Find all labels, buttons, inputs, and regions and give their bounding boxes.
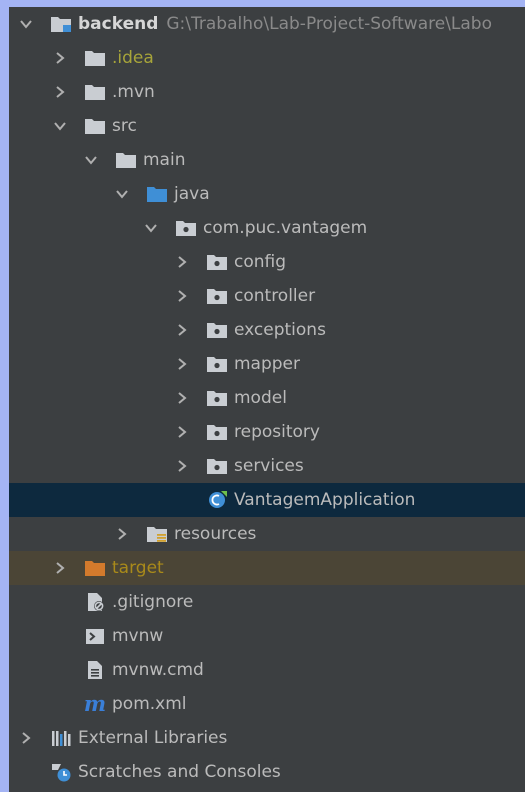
tree-item-label: config <box>234 252 287 272</box>
tree-item-resources[interactable]: resources <box>9 517 525 551</box>
tree-item-backend[interactable]: backend G:\Trabalho\Lab-Project-Software… <box>9 7 525 41</box>
tree-item-label: .gitignore <box>112 592 194 612</box>
libraries-icon <box>50 728 72 748</box>
spring-class-icon <box>206 490 228 510</box>
tree-item-label: model <box>234 388 287 408</box>
chevron-right-icon[interactable] <box>53 561 67 575</box>
gitignore-file-icon <box>84 592 106 612</box>
tree-item-label: resources <box>174 524 257 544</box>
resources-folder-icon <box>146 524 168 544</box>
excluded-folder-icon <box>84 558 106 578</box>
tree-item-mvn[interactable]: .mvn <box>9 75 525 109</box>
folder-icon <box>84 48 106 68</box>
tree-item-label: mvnw.cmd <box>112 660 204 680</box>
module-icon <box>50 14 72 34</box>
tree-item-target[interactable]: target <box>9 551 525 585</box>
tree-item-label: exceptions <box>234 320 326 340</box>
chevron-right-icon[interactable] <box>175 391 189 405</box>
tree-item-label: pom.xml <box>112 694 187 714</box>
chevron-right-icon[interactable] <box>53 85 67 99</box>
tree-item-label: src <box>112 116 137 136</box>
package-icon <box>206 388 228 408</box>
tree-item-label: main <box>143 150 186 170</box>
chevron-right-icon[interactable] <box>175 289 189 303</box>
source-folder-icon <box>146 184 168 204</box>
scratches-icon <box>50 762 72 782</box>
tree-item-java[interactable]: java <box>9 177 525 211</box>
project-tree-panel: backend G:\Trabalho\Lab-Project-Software… <box>9 7 525 792</box>
chevron-right-icon[interactable] <box>53 51 67 65</box>
folder-icon <box>115 150 137 170</box>
chevron-down-icon[interactable] <box>84 153 98 167</box>
tree-item-gitignore[interactable]: .gitignore <box>9 585 525 619</box>
tree-item-repository[interactable]: repository <box>9 415 525 449</box>
text-file-icon <box>84 660 106 680</box>
package-icon <box>206 456 228 476</box>
package-icon <box>206 354 228 374</box>
tree-item-model[interactable]: model <box>9 381 525 415</box>
chevron-right-icon[interactable] <box>175 323 189 337</box>
folder-icon <box>84 116 106 136</box>
folder-icon <box>84 82 106 102</box>
chevron-down-icon[interactable] <box>53 119 67 133</box>
package-icon <box>206 286 228 306</box>
tree-item-exceptions[interactable]: exceptions <box>9 313 525 347</box>
maven-pom-icon: m <box>83 691 107 716</box>
tree-item-label: Scratches and Consoles <box>78 762 281 782</box>
package-icon <box>206 320 228 340</box>
tree-item-label: controller <box>234 286 316 306</box>
tree-item-idea[interactable]: .idea <box>9 41 525 75</box>
chevron-right-icon[interactable] <box>115 527 129 541</box>
chevron-right-icon[interactable] <box>175 255 189 269</box>
tree-item-external-libraries[interactable]: External Libraries <box>9 721 525 755</box>
module-path: G:\Trabalho\Lab-Project-Software\Labo <box>166 14 492 34</box>
tree-item-controller[interactable]: controller <box>9 279 525 313</box>
tree-item-mapper[interactable]: mapper <box>9 347 525 381</box>
tree-item-label: External Libraries <box>78 728 228 748</box>
tree-item-label: VantagemApplication <box>234 490 416 510</box>
tree-item-label: services <box>234 456 304 476</box>
shell-script-icon <box>84 626 106 646</box>
tree-item-main[interactable]: main <box>9 143 525 177</box>
package-icon <box>175 218 197 238</box>
tree-item-label: .mvn <box>112 82 155 102</box>
chevron-right-icon[interactable] <box>19 731 33 745</box>
tree-item-vantagem-application[interactable]: VantagemApplication <box>9 483 525 517</box>
tree-item-services[interactable]: services <box>9 449 525 483</box>
tree-item-config[interactable]: config <box>9 245 525 279</box>
chevron-right-icon[interactable] <box>175 459 189 473</box>
chevron-right-icon[interactable] <box>175 425 189 439</box>
tree-item-label: repository <box>234 422 320 442</box>
tree-item-mvnw-cmd[interactable]: mvnw.cmd <box>9 653 525 687</box>
tree-item-label: .idea <box>112 48 154 68</box>
tree-item-package[interactable]: com.puc.vantagem <box>9 211 525 245</box>
tree-item-label: mapper <box>234 354 301 374</box>
tree-item-pom-xml[interactable]: m pom.xml <box>9 687 525 721</box>
tree-item-mvnw[interactable]: mvnw <box>9 619 525 653</box>
chevron-down-icon[interactable] <box>19 17 33 31</box>
package-icon <box>206 422 228 442</box>
chevron-down-icon[interactable] <box>115 187 129 201</box>
tree-item-label: com.puc.vantagem <box>203 218 368 238</box>
package-icon <box>206 252 228 272</box>
tree-item-label: mvnw <box>112 626 164 646</box>
tree-item-label: backend <box>78 14 159 34</box>
tree-item-scratches[interactable]: Scratches and Consoles <box>9 755 525 789</box>
tree-item-src[interactable]: src <box>9 109 525 143</box>
chevron-down-icon[interactable] <box>144 221 158 235</box>
tree-item-label: target <box>112 558 164 578</box>
chevron-right-icon[interactable] <box>175 357 189 371</box>
tree-item-label: java <box>174 184 210 204</box>
